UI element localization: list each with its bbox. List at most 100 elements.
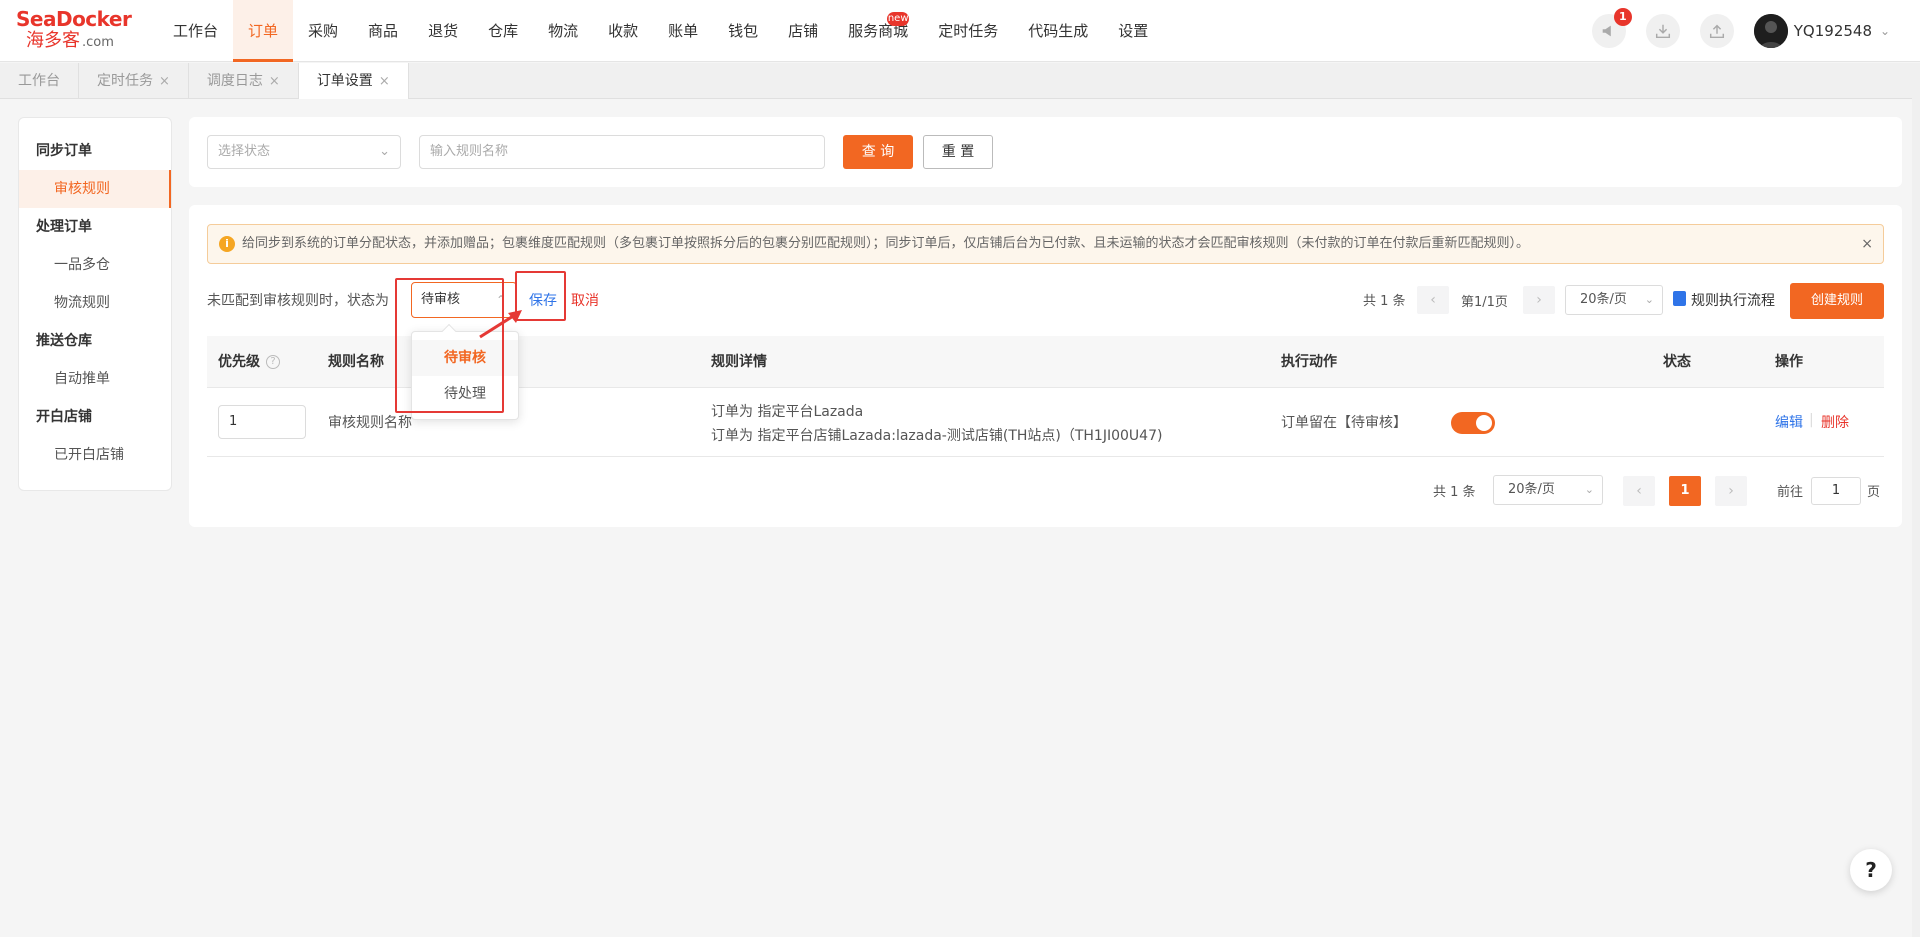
rule-name-input[interactable]: 输入规则名称 — [419, 135, 825, 169]
bottom-page-size-select[interactable]: 20条/页 ⌄ — [1493, 475, 1603, 505]
username[interactable]: YQ192548 — [1794, 22, 1872, 40]
nav-item-service-mall[interactable]: 服务商城 new — [833, 0, 923, 62]
rule-detail-line-1: 订单为 指定平台Lazada — [711, 404, 864, 420]
sidebar-item-multi-warehouse[interactable]: 一品多仓 — [19, 246, 171, 284]
nav-item-shops[interactable]: 店铺 — [773, 0, 833, 62]
chevron-down-icon: ⌄ — [1584, 483, 1594, 496]
upload-button[interactable] — [1699, 14, 1734, 48]
new-badge: new — [887, 12, 910, 26]
nav-item-returns[interactable]: 退货 — [413, 0, 473, 62]
rule-name-cell: 审核规则名称 — [328, 415, 412, 431]
tab-workbench[interactable]: 工作台 — [0, 63, 79, 99]
help-button[interactable]: ? — [1850, 849, 1892, 891]
nav-item-wallet[interactable]: 钱包 — [713, 0, 773, 62]
status-select[interactable]: 选择状态 ⌄ — [207, 135, 401, 169]
info-alert: i 给同步到系统的订单分配状态，并添加赠品；包裹维度匹配规则（多包裹订单按照拆分… — [207, 224, 1884, 264]
page-number-current[interactable]: 1 — [1669, 476, 1701, 506]
notification-button[interactable]: 1 — [1591, 8, 1632, 48]
sidebar-group-sync-orders: 同步订单 — [36, 143, 92, 159]
top-page-size-select[interactable]: 20条/页 ⌄ — [1565, 285, 1663, 315]
divider: | — [1809, 412, 1814, 428]
tab-label: 工作台 — [18, 73, 60, 89]
tab-label: 定时任务 — [97, 73, 153, 89]
top-pager-total: 共 1 条 — [1363, 294, 1406, 309]
column-header-status: 状态 — [1663, 354, 1691, 370]
sidebar-group-push-warehouse: 推送仓库 — [36, 333, 92, 349]
close-icon[interactable]: × — [269, 74, 280, 89]
header-actions: 1 YQ192548 ⌄ — [1591, 0, 1920, 62]
nav-item-scheduled-tasks[interactable]: 定时任务 — [923, 0, 1013, 62]
download-button[interactable] — [1645, 14, 1680, 48]
reset-button[interactable]: 重 置 — [923, 135, 993, 169]
query-button[interactable]: 查 询 — [843, 135, 913, 169]
close-icon[interactable]: × — [1861, 225, 1873, 263]
top-navbar: SeaDocker 海多客 .com 工作台 订单 采购 商品 退货 仓库 物流 … — [0, 0, 1920, 62]
chevron-down-icon: ⌄ — [379, 144, 390, 159]
column-header-operations: 操作 — [1775, 354, 1803, 370]
seadocker-logo[interactable]: SeaDocker 海多客 .com — [16, 8, 136, 54]
page-tabs: 工作台 定时任务 × 调度日志 × 订单设置 × — [0, 63, 1920, 99]
avatar-image — [1753, 14, 1788, 48]
chevron-down-icon[interactable]: ⌄ — [1880, 24, 1904, 38]
page-scrollbar[interactable] — [1912, 63, 1920, 937]
priority-input[interactable]: 1 — [218, 405, 306, 439]
chevron-left-icon: ‹ — [1430, 292, 1436, 308]
next-page-button[interactable]: › — [1715, 476, 1747, 506]
question-icon[interactable]: ? — [266, 355, 280, 369]
goto-page-input[interactable]: 1 — [1811, 477, 1861, 505]
prev-page-button[interactable]: ‹ — [1623, 476, 1655, 506]
nav-item-warehouse[interactable]: 仓库 — [473, 0, 533, 62]
nav-item-code-gen[interactable]: 代码生成 — [1013, 0, 1103, 62]
rule-detail-line-2: 订单为 指定平台店铺Lazada:lazada-测试店铺(TH站点)（TH1JI… — [711, 428, 1163, 444]
avatar[interactable] — [1753, 14, 1788, 48]
top-pager-page-info: 第1/1页 — [1461, 295, 1508, 310]
logo-text-cn: 海多客 .com — [26, 30, 114, 51]
close-icon[interactable]: × — [379, 74, 390, 89]
page-size-value: 20条/页 — [1580, 292, 1627, 307]
megaphone-icon — [1602, 25, 1611, 37]
create-rule-button[interactable]: 创建规则 — [1790, 283, 1884, 319]
logo-text-en: SeaDocker — [16, 7, 132, 31]
info-icon: i — [219, 236, 235, 252]
nav-item-purchase[interactable]: 采购 — [293, 0, 353, 62]
close-icon[interactable]: × — [159, 74, 170, 89]
page-size-value: 20条/页 — [1508, 482, 1555, 497]
sidebar-item-review-rules[interactable]: 审核规则 — [19, 170, 171, 208]
filter-bar: 选择状态 ⌄ 输入规则名称 查 询 重 置 — [189, 117, 1902, 187]
annotation-arrow — [479, 310, 522, 339]
sidebar-group-process-orders: 处理订单 — [36, 219, 92, 235]
column-header-rule-detail: 规则详情 — [711, 354, 767, 370]
sidebar-item-whitelisted-shops[interactable]: 已开白店铺 — [19, 436, 171, 474]
upload-icon — [1709, 24, 1724, 39]
action-cell: 订单留在【待审核】 — [1281, 415, 1407, 431]
nav-item-products[interactable]: 商品 — [353, 0, 413, 62]
edit-button[interactable]: 编辑 — [1775, 412, 1803, 432]
sidebar-item-auto-push[interactable]: 自动推单 — [19, 360, 171, 398]
tab-scheduled-tasks[interactable]: 定时任务 × — [79, 63, 189, 99]
next-page-button[interactable]: › — [1523, 286, 1555, 314]
nav-item-bills[interactable]: 账单 — [653, 0, 713, 62]
column-header-priority: 优先级? — [218, 336, 280, 388]
prev-page-button[interactable]: ‹ — [1417, 286, 1449, 314]
toggle-knob — [1476, 415, 1492, 431]
rule-flow-link[interactable]: 规则执行流程 — [1691, 290, 1775, 310]
tab-dispatch-log[interactable]: 调度日志 × — [189, 63, 299, 99]
nav-item-orders[interactable]: 订单 — [233, 0, 294, 62]
nav-item-logistics[interactable]: 物流 — [533, 0, 593, 62]
sidebar-item-logistics-rules[interactable]: 物流规则 — [19, 284, 171, 322]
cancel-button[interactable]: 取消 — [571, 290, 599, 310]
tab-order-settings[interactable]: 订单设置 × — [298, 63, 409, 99]
alert-text: 给同步到系统的订单分配状态，并添加赠品；包裹维度匹配规则（多包裹订单按照拆分后的… — [242, 236, 1530, 251]
tab-label: 订单设置 — [316, 73, 373, 89]
rule-status-toggle[interactable] — [1451, 412, 1495, 434]
bottom-pager-total: 共 1 条 — [1433, 485, 1476, 500]
delete-button[interactable]: 删除 — [1821, 412, 1849, 432]
chevron-right-icon: › — [1536, 292, 1542, 308]
chevron-down-icon: ⌄ — [1644, 293, 1654, 306]
nav-item-receipts[interactable]: 收款 — [593, 0, 653, 62]
column-header-action: 执行动作 — [1281, 354, 1337, 370]
rule-name-placeholder: 输入规则名称 — [430, 144, 509, 159]
tab-label: 调度日志 — [206, 73, 263, 89]
nav-item-workbench[interactable]: 工作台 — [158, 0, 233, 62]
nav-item-settings[interactable]: 设置 — [1103, 0, 1163, 62]
